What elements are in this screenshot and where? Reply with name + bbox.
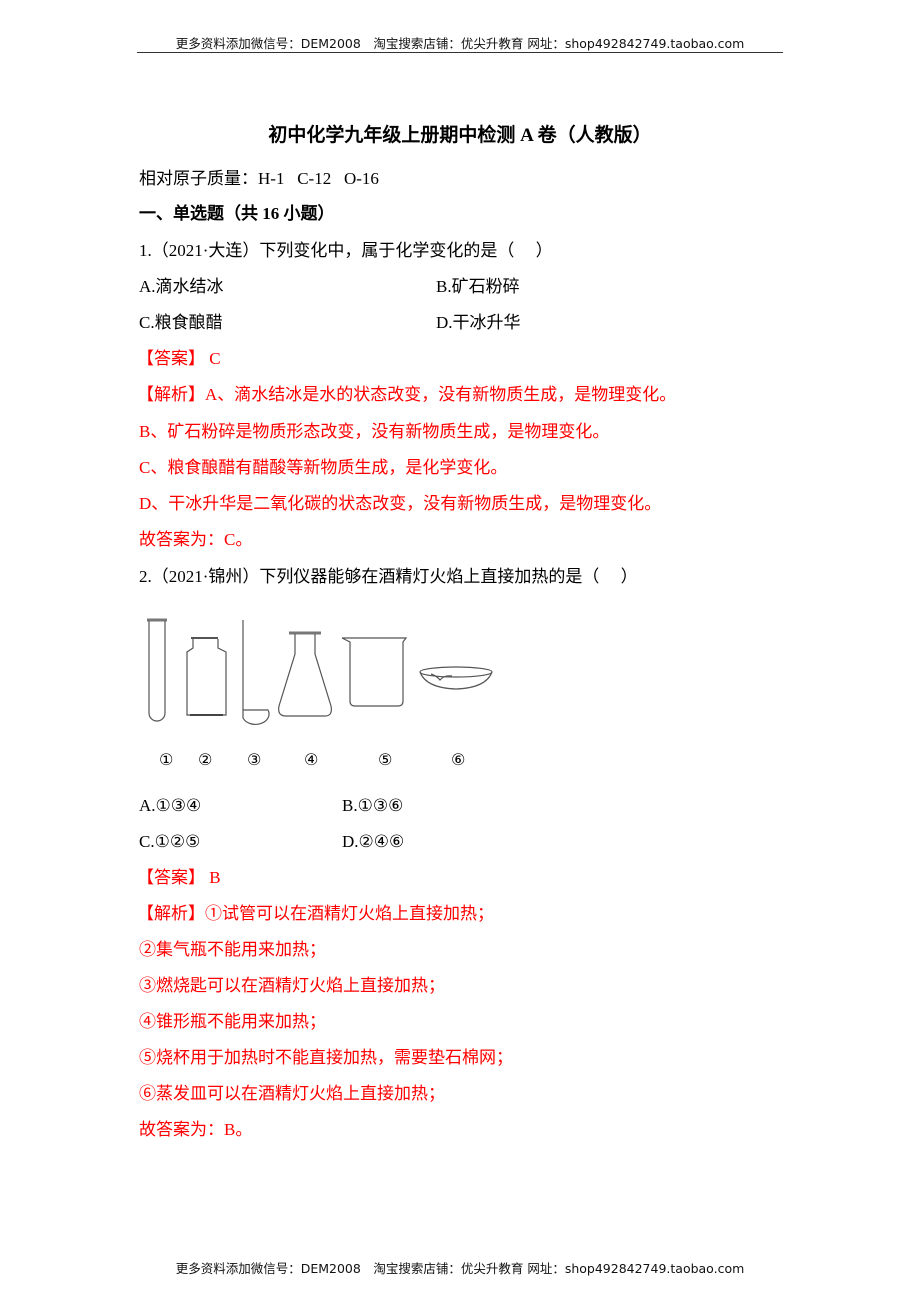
apparatus-label-2: ② (198, 750, 213, 769)
apparatus-label-1: ① (159, 750, 174, 769)
q2-option-a: A.①③④ (139, 796, 202, 815)
answer-label: 【答案】 (137, 868, 205, 887)
erlenmeyer-flask-icon (278, 631, 332, 717)
q2-option-c: C.①②⑤ (139, 832, 201, 851)
analysis-text: A、滴水结冰是水的状态改变，没有新物质生成，是物理变化。 (205, 385, 677, 404)
section-heading: 一、单选题（共 16 小题） (139, 204, 335, 223)
apparatus-label-6: ⑥ (451, 750, 466, 769)
page-title: 初中化学九年级上册期中检测 A 卷（人教版） (268, 125, 652, 146)
page-footer: 更多资料添加微信号：DEM2008 淘宝搜索店铺：优尖升教育 网址：shop49… (175, 1261, 745, 1276)
apparatus-label-4: ④ (304, 750, 319, 769)
q1-option-a: A.滴水结冰 (139, 277, 224, 296)
gas-jar-icon (186, 637, 227, 716)
analysis-text: ①试管可以在酒精灯火焰上直接加热； (205, 904, 494, 923)
q1-answer: 【答案】 C (137, 348, 221, 370)
beaker-icon (341, 637, 408, 707)
q1-option-b: B.矿石粉碎 (436, 277, 520, 296)
q2-option-b: B.①③⑥ (342, 796, 404, 815)
combustion-spoon-icon (242, 620, 270, 725)
q2-analysis-line-2: ②集气瓶不能用来加热； (139, 940, 326, 959)
q2-analysis-line-5: ⑤烧杯用于加热时不能直接加热，需要垫石棉网； (139, 1048, 513, 1067)
q1-analysis-line-1: 【解析】A、滴水结冰是水的状态改变，没有新物质生成，是物理变化。 (137, 384, 676, 406)
q2-answer: 【答案】 B (137, 867, 221, 889)
apparatus-label-3: ③ (247, 750, 262, 769)
q2-option-d: D.②④⑥ (342, 832, 405, 851)
atomic-masses-line: 相对原子质量：H-1 C-12 O-16 (139, 168, 379, 190)
q2-analysis-line-1: 【解析】①试管可以在酒精灯火焰上直接加热； (137, 903, 494, 925)
q2-analysis-line-6: ⑥蒸发皿可以在酒精灯火焰上直接加热； (139, 1084, 445, 1103)
answer-value: B (209, 868, 221, 887)
apparatus-figure (147, 618, 493, 725)
q1-analysis-line-4: D、干冰升华是二氧化碳的状态改变，没有新物质生成，是物理变化。 (139, 494, 662, 513)
analysis-label: 【解析】 (137, 385, 205, 404)
q2-analysis-conclusion: 故答案为：B。 (139, 1120, 253, 1139)
header-divider (137, 52, 783, 53)
test-tube-icon (147, 618, 167, 722)
atomic-masses-values: H-1 C-12 O-16 (258, 169, 379, 188)
evaporating-dish-icon (419, 666, 493, 690)
q1-analysis-line-3: C、粮食酿醋有醋酸等新物质生成，是化学变化。 (139, 458, 508, 477)
page-header: 更多资料添加微信号：DEM2008 淘宝搜索店铺：优尖升教育 网址：shop49… (175, 36, 745, 51)
q1-analysis-conclusion: 故答案为：C。 (139, 530, 253, 549)
answer-label: 【答案】 (137, 349, 205, 368)
question-1-stem: 1.（2021·大连）下列变化中，属于化学变化的是（ ） (139, 241, 553, 260)
apparatus-label-5: ⑤ (378, 750, 393, 769)
q1-analysis-line-2: B、矿石粉碎是物质形态改变，没有新物质生成，是物理变化。 (139, 422, 610, 441)
q1-option-d: D.干冰升华 (436, 313, 521, 332)
q2-analysis-line-3: ③燃烧匙可以在酒精灯火焰上直接加热； (139, 976, 445, 995)
q2-analysis-line-4: ④锥形瓶不能用来加热； (139, 1012, 326, 1031)
answer-value: C (209, 349, 221, 368)
atomic-masses-label: 相对原子质量： (139, 169, 258, 188)
q1-option-c: C.粮食酿醋 (139, 313, 223, 332)
question-2-stem: 2.（2021·锦州）下列仪器能够在酒精灯火焰上直接加热的是（ ） (139, 567, 638, 586)
analysis-label: 【解析】 (137, 904, 205, 923)
